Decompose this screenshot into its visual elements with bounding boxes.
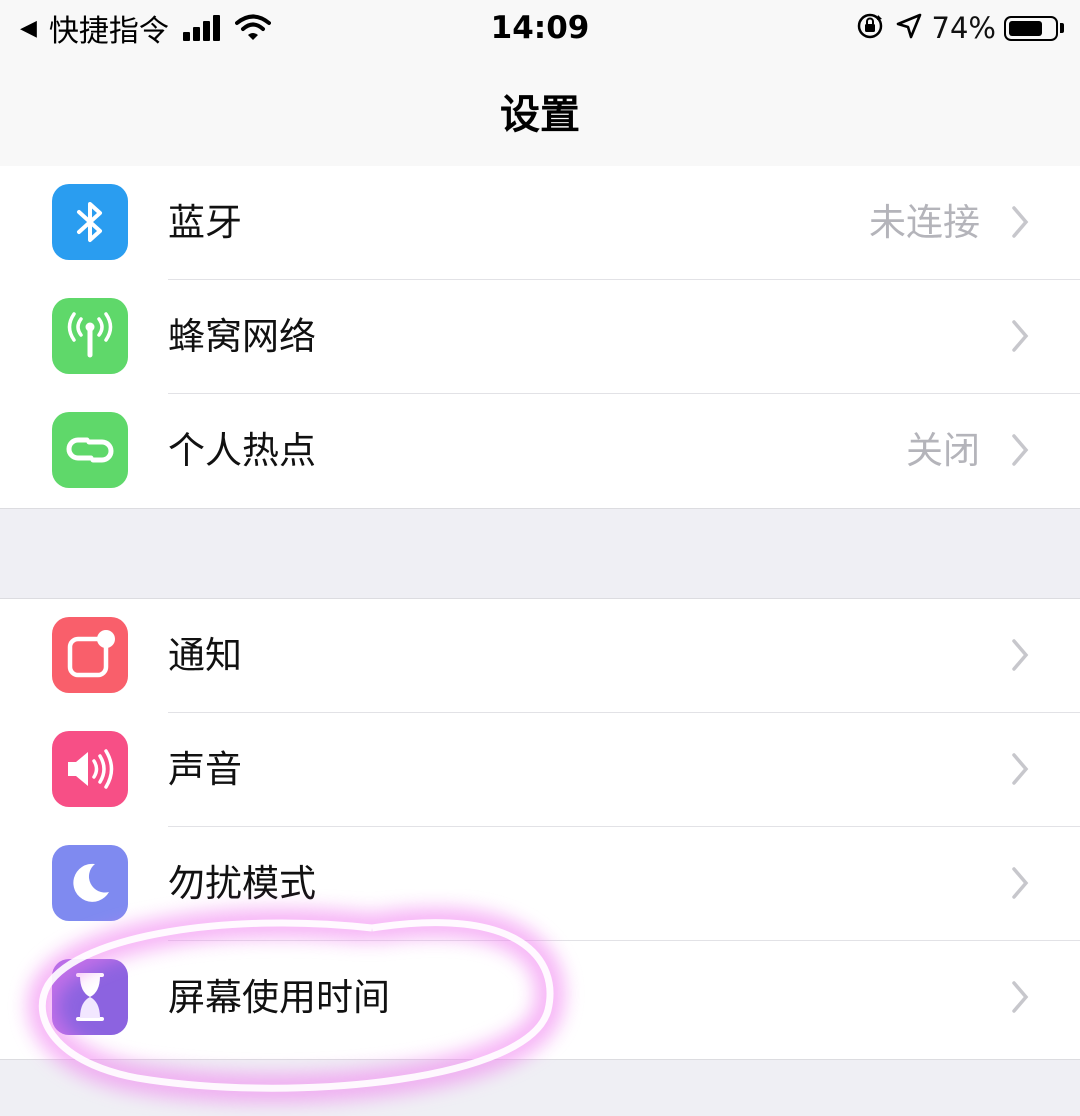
page-title: 设置: [500, 92, 580, 138]
status-time: 14:09: [490, 10, 590, 46]
settings-group-connectivity: 蓝牙 未连接 蜂窝网络 个人热点 关闭: [0, 166, 1080, 509]
chevron-right-icon: [1012, 206, 1029, 238]
chevron-right-icon: [1012, 981, 1029, 1013]
signal-icon: [182, 15, 223, 41]
settings-row-do-not-disturb[interactable]: 勿扰模式: [0, 827, 1080, 941]
chevron-right-icon: [1012, 434, 1029, 466]
orientation-lock-icon: [856, 12, 884, 44]
row-label: 声音: [168, 748, 242, 791]
back-arrow-icon[interactable]: ◀: [20, 16, 37, 41]
row-value: 未连接: [869, 201, 980, 244]
hourglass-icon: [52, 959, 128, 1035]
row-label: 蓝牙: [168, 201, 242, 244]
chevron-right-icon: [1012, 320, 1029, 352]
battery-percent: 74%: [931, 11, 996, 45]
battery-nub: [1060, 23, 1064, 33]
chevron-right-icon: [1012, 753, 1029, 785]
settings-row-cellular[interactable]: 蜂窝网络: [0, 280, 1080, 394]
settings-row-bluetooth[interactable]: 蓝牙 未连接: [0, 166, 1080, 280]
row-label: 屏幕使用时间: [168, 976, 390, 1019]
battery-icon: [1004, 15, 1058, 41]
wifi-icon: [234, 14, 271, 42]
settings-row-screen-time[interactable]: 屏幕使用时间: [0, 941, 1080, 1055]
location-icon: [896, 13, 922, 43]
hotspot-icon: [52, 412, 128, 488]
settings-row-personal-hotspot[interactable]: 个人热点 关闭: [0, 394, 1080, 508]
settings-row-notifications[interactable]: 通知: [0, 599, 1080, 713]
row-label: 蜂窝网络: [168, 315, 316, 358]
back-to-app-label[interactable]: 快捷指令: [49, 6, 169, 50]
chevron-right-icon: [1012, 639, 1029, 671]
row-label: 个人热点: [168, 429, 316, 472]
cellular-icon: [52, 298, 128, 374]
status-bar: ◀ 快捷指令 14:09 74%: [0, 0, 1080, 58]
navigation-bar: 设置: [0, 58, 1080, 167]
status-bar-right: 74%: [856, 8, 1064, 48]
row-label: 通知: [168, 634, 242, 677]
status-bar-left: ◀ 快捷指令: [20, 6, 271, 50]
sound-icon: [52, 731, 128, 807]
settings-row-sounds[interactable]: 声音: [0, 713, 1080, 827]
chevron-right-icon: [1012, 867, 1029, 899]
moon-icon: [52, 845, 128, 921]
row-value: 关闭: [906, 429, 980, 472]
battery-level: [1009, 20, 1042, 36]
row-label: 勿扰模式: [168, 862, 316, 905]
bluetooth-icon: [52, 184, 128, 260]
settings-group-general: 通知 声音 勿扰模式 屏幕使用时间: [0, 598, 1080, 1060]
notifications-icon: [52, 617, 128, 693]
